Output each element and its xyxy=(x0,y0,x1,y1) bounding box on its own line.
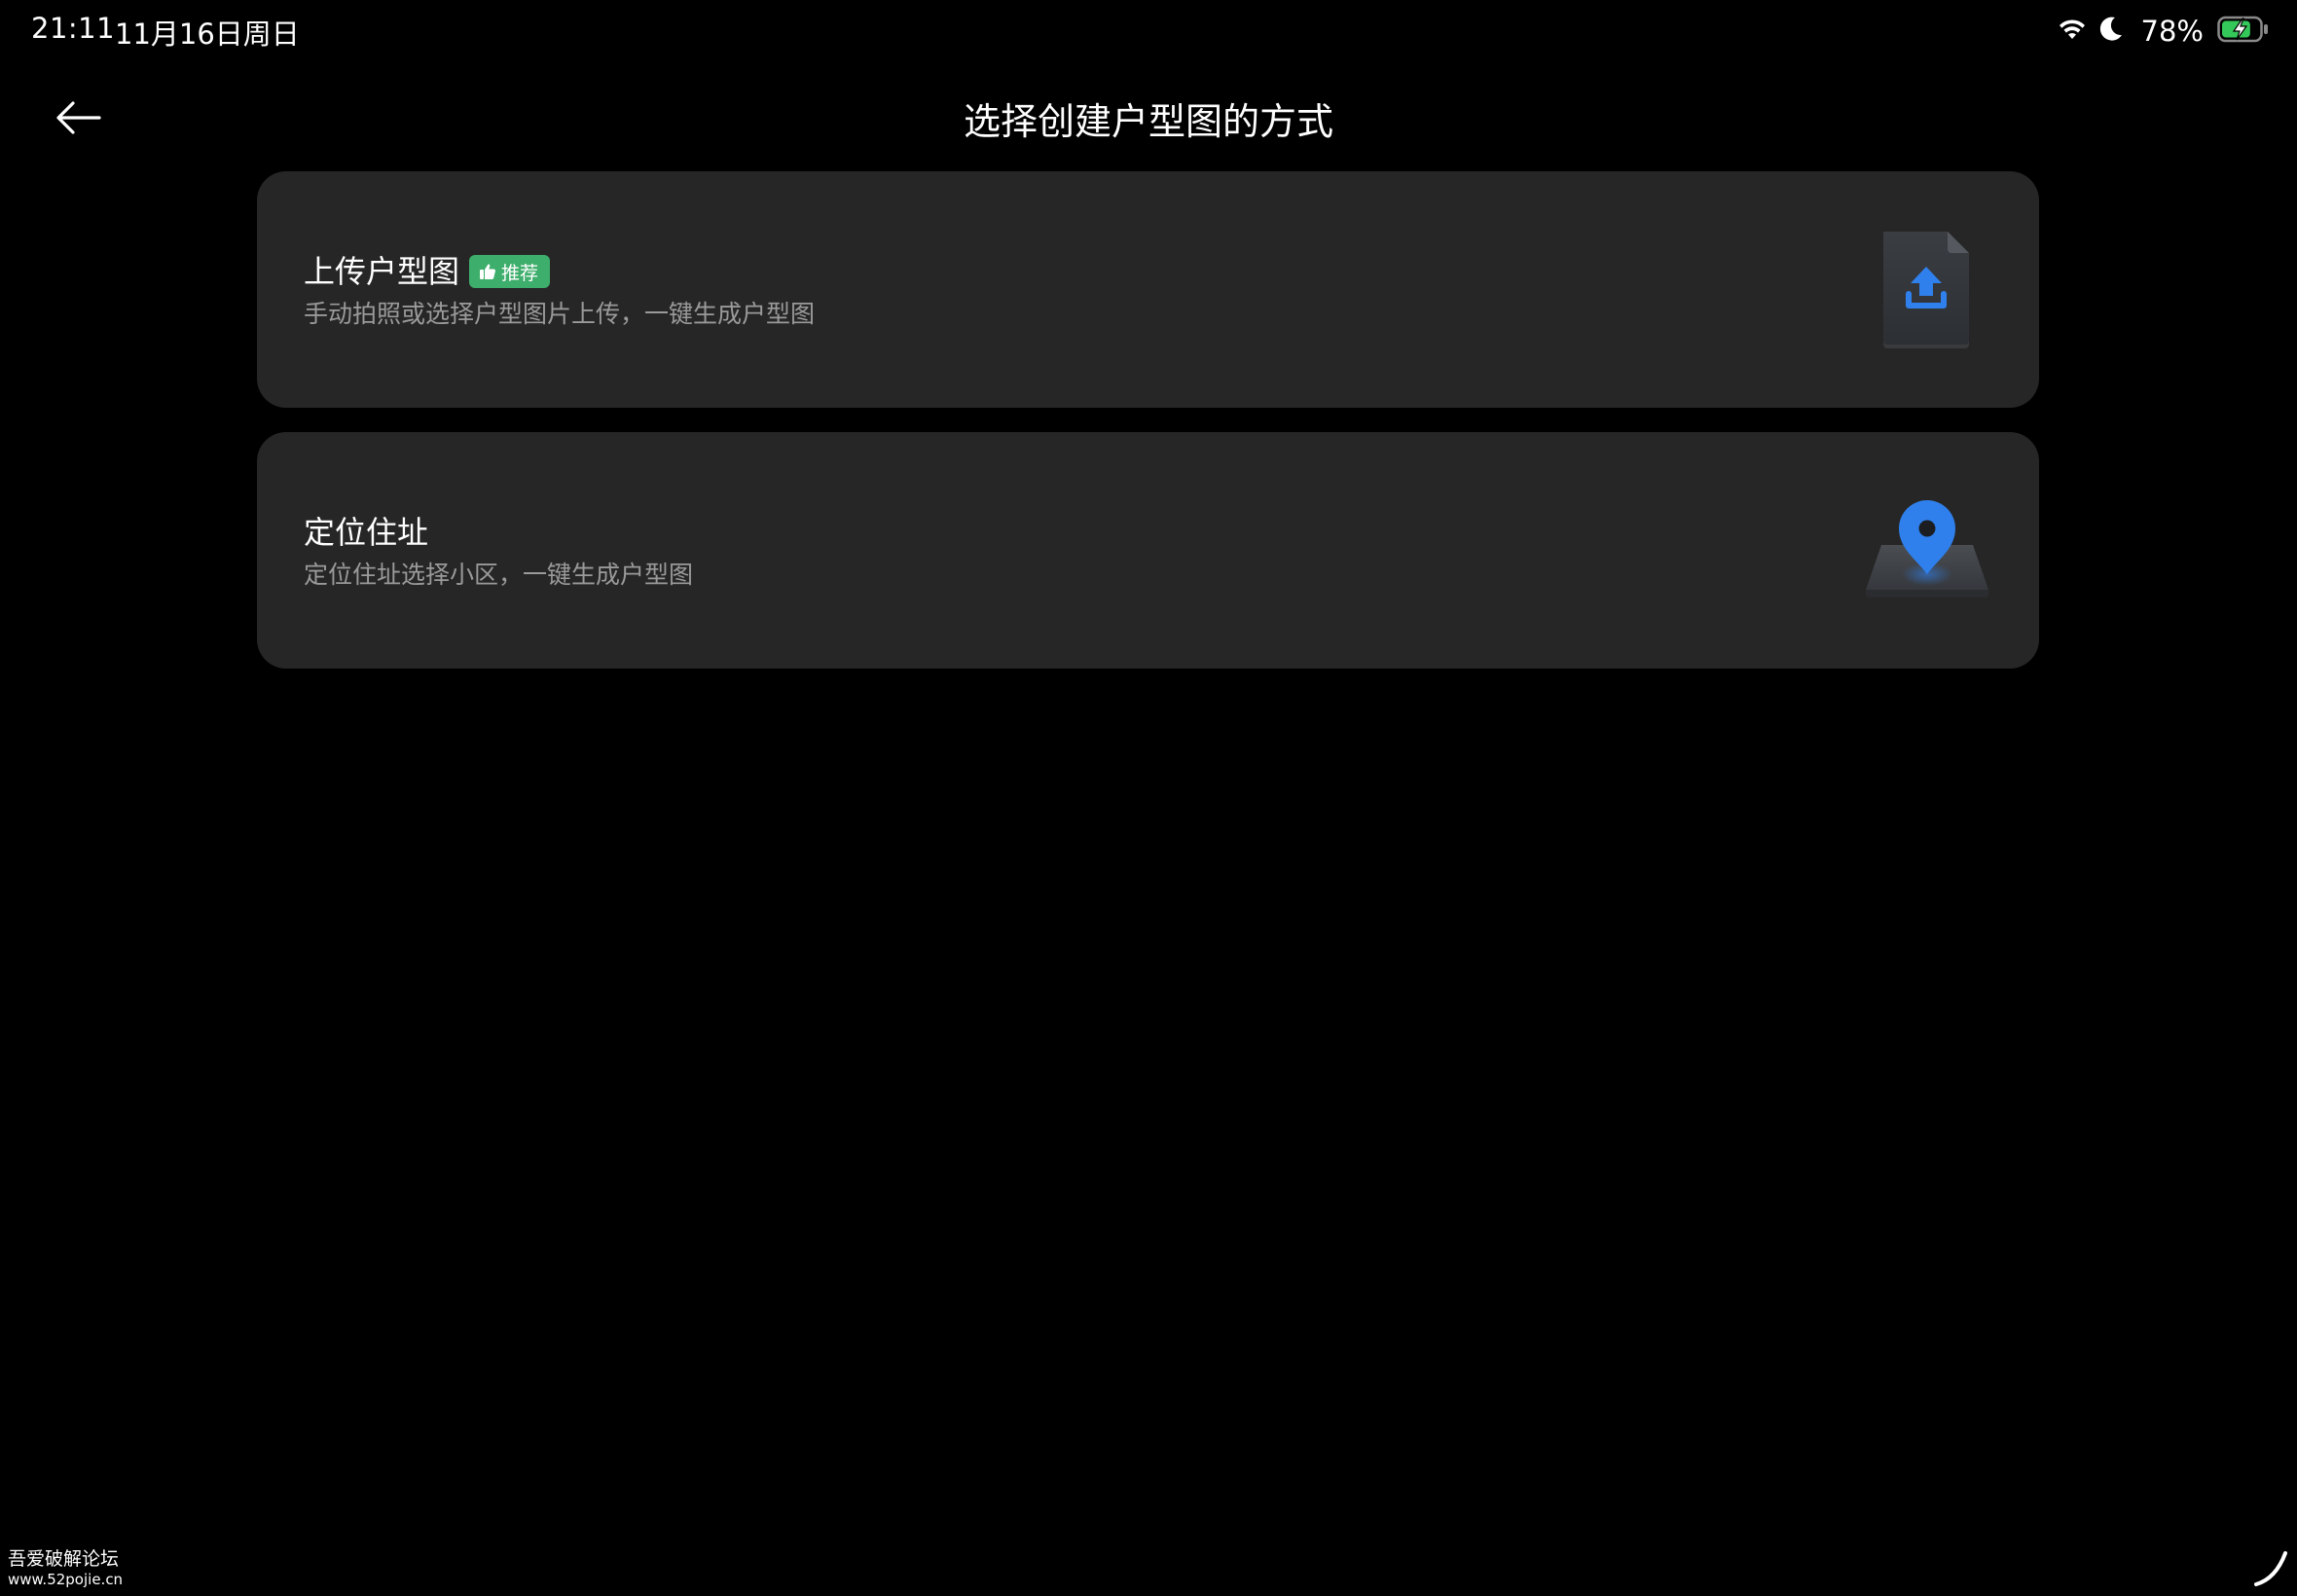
upload-floorplan-card[interactable]: 上传户型图 推荐 手动拍照或选择户型图片上传，一键生成户型图 xyxy=(257,171,2039,408)
card-description: 手动拍照或选择户型图片上传，一键生成户型图 xyxy=(304,300,816,328)
location-pin-icon xyxy=(1864,496,1990,601)
battery-percent: 78% xyxy=(2140,15,2204,48)
card-description: 定位住址选择小区，一键生成户型图 xyxy=(304,561,694,589)
card-title: 定位住址 xyxy=(304,514,429,551)
status-bar: 21:11 11月16日周日 78% xyxy=(0,0,2297,62)
recommended-badge: 推荐 xyxy=(469,255,551,288)
card-title: 上传户型图 xyxy=(304,253,460,290)
battery-charging-icon xyxy=(2217,16,2270,47)
badge-label: 推荐 xyxy=(501,262,539,284)
page-title: 选择创建户型图的方式 xyxy=(963,100,1333,143)
upload-file-icon xyxy=(1879,232,1973,348)
status-right-group: 78% xyxy=(2058,10,2270,53)
status-date: 11月16日周日 xyxy=(115,18,300,51)
card-title-row: 定位住址 xyxy=(304,514,428,551)
moon-icon xyxy=(2098,16,2124,47)
status-time: 21:11 xyxy=(31,12,116,45)
locate-address-card[interactable]: 定位住址 定位住址选择小区，一键生成户型图 xyxy=(257,432,2039,669)
pen-stroke-icon xyxy=(2250,1549,2289,1588)
watermark: 吾爱破解论坛 www.52pojie.cn xyxy=(8,1548,123,1588)
watermark-title: 吾爱破解论坛 xyxy=(8,1548,120,1571)
wifi-icon xyxy=(2058,18,2087,45)
card-title-row: 上传户型图 推荐 xyxy=(304,253,551,290)
watermark-url: www.52pojie.cn xyxy=(8,1571,124,1588)
screen: 21:11 11月16日周日 78% 选择创建户型图的方式 上传户型图 推荐 手… xyxy=(0,0,2297,1596)
thumbs-up-icon xyxy=(480,264,495,279)
header: 选择创建户型图的方式 xyxy=(0,78,2297,156)
